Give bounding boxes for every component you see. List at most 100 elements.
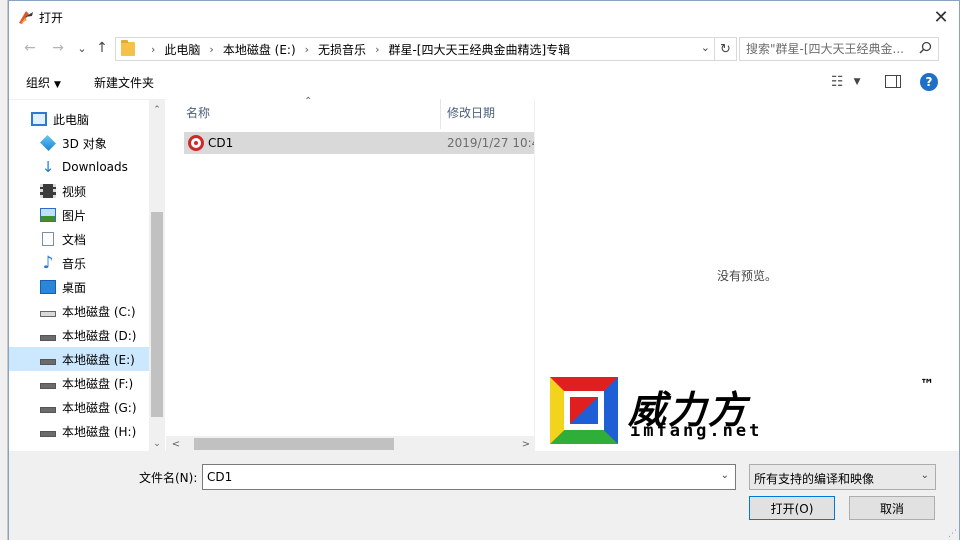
no-preview-message: 没有预览。	[716, 269, 777, 283]
drive-icon	[40, 431, 56, 437]
download-icon: ↓	[41, 158, 55, 176]
sidebar-item-label: 本地磁盘 (C:)	[62, 304, 136, 319]
file-list: ⌃ 名称 修改日期 CD1 2019/1/27 10:4 < >	[166, 96, 534, 452]
forward-arrow-icon[interactable]: →	[49, 39, 67, 57]
resize-grip-icon[interactable]: ⋰	[948, 529, 957, 539]
music-icon: ♪	[42, 253, 54, 273]
horizontal-scrollbar[interactable]: < >	[166, 436, 534, 452]
up-arrow-icon[interactable]: ↑	[93, 39, 111, 57]
sidebar-item-this-pc[interactable]: 此电脑	[9, 107, 149, 131]
netease-music-icon	[188, 135, 204, 151]
scroll-up-icon[interactable]: ⌃	[149, 102, 165, 118]
filename-input[interactable]	[207, 469, 707, 485]
video-icon	[40, 184, 56, 198]
sidebar-item-label: 视频	[62, 184, 87, 199]
new-folder-button[interactable]: 新建文件夹	[94, 74, 154, 91]
scroll-right-icon[interactable]: >	[518, 436, 534, 452]
file-row[interactable]: CD1 2019/1/27 10:4	[184, 132, 534, 154]
scrollbar-thumb[interactable]	[151, 212, 163, 417]
sidebar-item-downloads[interactable]: ↓ Downloads	[9, 155, 149, 179]
pictures-icon	[40, 208, 56, 222]
sidebar-item-documents[interactable]: 文档	[9, 227, 149, 251]
change-view-button[interactable]: ☷ ▼	[831, 73, 860, 91]
column-header-name[interactable]: 名称	[186, 99, 210, 125]
sidebar-item-label: Downloads	[62, 160, 128, 174]
trademark-symbol: ™	[920, 377, 934, 393]
watermark-logo: 威力方 ™ imfang.net	[550, 377, 934, 447]
breadcrumb-album-folder[interactable]: 群星-[四大天王经典金曲精选]专辑	[388, 41, 570, 58]
refresh-icon[interactable]: ↻	[714, 38, 736, 60]
breadcrumb-separator-icon[interactable]: ›	[375, 43, 379, 56]
recent-locations-chevron-icon[interactable]: ⌄	[73, 39, 91, 57]
scroll-left-icon[interactable]: <	[168, 436, 184, 452]
address-bar[interactable]: › 此电脑 › 本地磁盘 (E:) › 无损音乐 › 群星-[四大天王经典金曲精…	[115, 37, 737, 61]
scroll-down-icon[interactable]: ⌄	[149, 436, 165, 452]
sidebar-item-label: 本地磁盘 (F:)	[62, 376, 134, 391]
open-button[interactable]: 打开(O)	[749, 496, 835, 520]
drive-icon	[40, 383, 56, 389]
organize-button[interactable]: 组织 ▼	[26, 74, 61, 91]
sidebar-item-desktop[interactable]: 桌面	[9, 275, 149, 299]
preview-pane-icon[interactable]	[885, 75, 901, 88]
file-date: 2019/1/27 10:4	[447, 136, 534, 150]
folder-icon	[121, 40, 135, 56]
breadcrumb: › 此电脑 › 本地磁盘 (E:) › 无损音乐 › 群星-[四大天王经典金曲精…	[142, 41, 570, 58]
caret-down-icon: ▼	[853, 77, 861, 87]
breadcrumb-separator-icon[interactable]: ›	[209, 43, 213, 56]
breadcrumb-lossless-music[interactable]: 无损音乐	[318, 41, 366, 58]
drive-icon	[40, 335, 56, 341]
search-box[interactable]	[739, 37, 939, 61]
sidebar-item-music[interactable]: ♪ 音乐	[9, 251, 149, 275]
cancel-button[interactable]: 取消	[849, 496, 935, 520]
sidebar-item-label: 音乐	[62, 256, 87, 271]
address-row: ← → ⌄ ↑ › 此电脑 › 本地磁盘 (E:) › 无损音乐 › 群星-[四…	[9, 33, 959, 63]
sidebar-item-pictures[interactable]: 图片	[9, 203, 149, 227]
column-divider[interactable]	[440, 99, 441, 129]
sidebar-item-drive-h[interactable]: 本地磁盘 (H:)	[9, 419, 149, 443]
sidebar-item-videos[interactable]: 视频	[9, 179, 149, 203]
chevron-down-icon: ⌄	[920, 470, 929, 481]
help-icon[interactable]: ?	[920, 73, 938, 91]
sidebar-item-label: 图片	[62, 208, 87, 223]
search-icon[interactable]	[919, 41, 932, 54]
sidebar-item-3d-objects[interactable]: 3D 对象	[9, 131, 149, 155]
filename-combobox[interactable]: ⌄	[202, 464, 736, 490]
breadcrumb-this-pc[interactable]: 此电脑	[164, 41, 200, 58]
sidebar-item-drive-c[interactable]: 本地磁盘 (C:)	[9, 299, 149, 323]
documents-icon	[42, 232, 54, 246]
title-bar: 打开 ✕	[9, 1, 959, 33]
command-toolbar: 组织 ▼ 新建文件夹 ☷ ▼	[9, 67, 959, 97]
drive-icon	[40, 359, 56, 365]
sidebar-item-label: 桌面	[62, 280, 87, 295]
column-header-date[interactable]: 修改日期	[447, 99, 495, 125]
file-type-value: 所有支持的编译和映像	[754, 472, 875, 486]
chevron-down-icon[interactable]: ⌄	[721, 470, 729, 481]
sidebar-item-label: 本地磁盘 (E:)	[62, 352, 135, 367]
sidebar-item-label: 本地磁盘 (H:)	[62, 424, 137, 439]
3d-objects-icon	[40, 135, 56, 151]
file-name: CD1	[208, 136, 234, 150]
address-dropdown-icon[interactable]: ⌄	[701, 41, 710, 54]
watermark-square-icon	[550, 377, 618, 444]
search-input[interactable]	[746, 41, 911, 57]
breadcrumb-separator-icon: ›	[151, 43, 156, 56]
back-arrow-icon[interactable]: ←	[21, 39, 39, 57]
sidebar-item-drive-g[interactable]: 本地磁盘 (G:)	[9, 395, 149, 419]
desktop-icon	[40, 280, 56, 294]
sidebar-item-drive-e[interactable]: 本地磁盘 (E:)	[9, 347, 149, 371]
navigation-pane: 此电脑 3D 对象 ↓ Downloads 视频 图片 文档 ♪ 音乐 桌面 本…	[9, 99, 166, 452]
sidebar-item-drive-f[interactable]: 本地磁盘 (F:)	[9, 371, 149, 395]
preview-pane: 没有预览。 威力方 ™ imfang.net	[534, 99, 959, 451]
sidebar-item-drive-d[interactable]: 本地磁盘 (D:)	[9, 323, 149, 347]
sidebar-scrollbar[interactable]: ⌃ ⌄	[149, 100, 165, 452]
computer-icon	[31, 112, 47, 126]
breadcrumb-drive-e[interactable]: 本地磁盘 (E:)	[223, 41, 296, 58]
watermark-url: imfang.net	[630, 421, 763, 441]
close-icon[interactable]: ✕	[929, 5, 953, 29]
scrollbar-thumb[interactable]	[194, 438, 394, 450]
sort-ascending-icon: ⌃	[304, 96, 313, 107]
sidebar-item-label: 此电脑	[53, 112, 90, 127]
breadcrumb-separator-icon[interactable]: ›	[305, 43, 309, 56]
file-type-filter[interactable]: 所有支持的编译和映像 ⌄	[749, 464, 936, 490]
system-drive-icon	[40, 311, 56, 317]
